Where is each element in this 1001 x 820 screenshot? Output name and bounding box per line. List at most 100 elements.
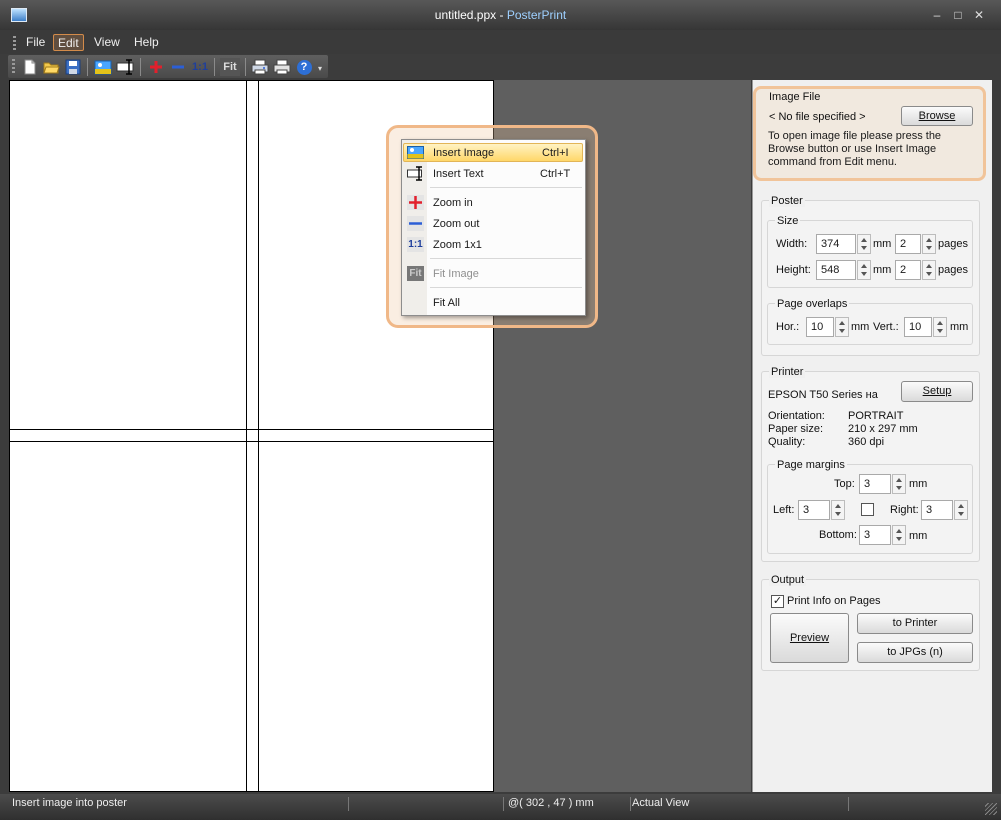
left-margin-label: Left: bbox=[773, 504, 795, 516]
to-printer-label: to Printer bbox=[892, 617, 938, 629]
menu-edit[interactable]: Edit bbox=[53, 34, 84, 51]
height-pages-input[interactable]: 2 bbox=[895, 260, 921, 280]
help-icon[interactable]: ? bbox=[295, 58, 313, 76]
menu-item-zoom-in[interactable] bbox=[404, 193, 584, 213]
hor-overlap-input[interactable]: 10 bbox=[806, 317, 834, 337]
fit-all-label: Fit All bbox=[433, 297, 460, 309]
setup-button[interactable]: Setup bbox=[901, 381, 973, 402]
menu-item-fit-image[interactable] bbox=[404, 264, 584, 284]
status-message: Insert image into poster bbox=[12, 797, 127, 809]
to-printer-button[interactable]: to Printer bbox=[857, 613, 973, 634]
menu-item-fit-all[interactable] bbox=[404, 293, 584, 313]
bottom-margin-input[interactable]: 3 bbox=[859, 525, 891, 545]
left-margin-input[interactable]: 3 bbox=[798, 500, 830, 520]
zoom-1x1-icon[interactable]: 1:1 bbox=[191, 58, 209, 76]
close-button[interactable]: ✕ bbox=[969, 7, 989, 23]
height-pages-label: pages bbox=[938, 264, 968, 276]
new-icon[interactable] bbox=[21, 58, 39, 76]
help-icon-glyph: ? bbox=[296, 59, 312, 75]
hor-label: Hor.: bbox=[776, 321, 800, 333]
status-separator bbox=[630, 797, 631, 811]
insert-image-icon[interactable] bbox=[94, 58, 112, 76]
bottom-margin-spinner[interactable] bbox=[892, 525, 906, 545]
width-spinner[interactable] bbox=[857, 234, 871, 254]
no-file-label: < No file specified > bbox=[769, 111, 866, 123]
right-margin-spinner[interactable] bbox=[954, 500, 968, 520]
quality-label: Quality: bbox=[768, 436, 806, 448]
quality-value: 360 dpi bbox=[848, 436, 885, 448]
zoom-1x1-label: Zoom 1x1 bbox=[433, 239, 482, 251]
height-pages-spinner[interactable] bbox=[922, 260, 936, 280]
zoom-1x1-icon: 1:1 bbox=[407, 237, 424, 252]
left-margin-spinner[interactable] bbox=[831, 500, 845, 520]
paper-size-value: 210 x 297 mm bbox=[848, 423, 918, 435]
width-unit: mm bbox=[873, 238, 892, 250]
width-label: Width: bbox=[776, 238, 808, 250]
height-input[interactable]: 548 bbox=[816, 260, 856, 280]
toolbar-separator bbox=[87, 58, 88, 76]
toolbar-separator bbox=[245, 58, 246, 76]
toolbar-overflow-icon[interactable]: ▾ bbox=[318, 64, 326, 74]
vert-overlap-input[interactable]: 10 bbox=[904, 317, 932, 337]
menu-help[interactable]: Help bbox=[130, 34, 163, 51]
menu-file[interactable]: File bbox=[22, 34, 49, 51]
to-jpgs-label: to JPGs (n) bbox=[887, 646, 943, 658]
height-unit: mm bbox=[873, 264, 892, 276]
paper-size-label: Paper size: bbox=[768, 423, 824, 435]
top-margin-spinner[interactable] bbox=[892, 474, 906, 494]
vert-label: Vert.: bbox=[873, 321, 899, 333]
print-setup-icon[interactable] bbox=[251, 58, 269, 76]
minimize-button[interactable]: – bbox=[927, 7, 947, 23]
page-boundary-line bbox=[246, 80, 247, 792]
insert-text-icon bbox=[407, 166, 424, 181]
top-margin-unit: mm bbox=[909, 478, 928, 490]
zoom-in-icon[interactable] bbox=[147, 58, 165, 76]
size-title: Size bbox=[775, 215, 801, 227]
insert-text-icon[interactable] bbox=[116, 58, 134, 76]
top-margin-input[interactable]: 3 bbox=[859, 474, 891, 494]
orientation-value: PORTRAIT bbox=[848, 410, 904, 422]
toolbar-separator bbox=[214, 58, 215, 76]
zoom-out-icon[interactable] bbox=[169, 58, 187, 76]
to-jpgs-button[interactable]: to JPGs (n) bbox=[857, 642, 973, 663]
print-info-checkbox[interactable]: ✓ bbox=[771, 595, 784, 608]
preview-button[interactable]: Preview bbox=[770, 613, 849, 663]
link-margins-checkbox[interactable] bbox=[861, 503, 874, 516]
poster-title: Poster bbox=[769, 195, 805, 207]
toolbar-grip[interactable] bbox=[12, 59, 15, 74]
width-pages-spinner[interactable] bbox=[922, 234, 936, 254]
preview-label: Preview bbox=[789, 632, 830, 644]
insert-image-shortcut: Ctrl+I bbox=[542, 147, 569, 159]
menu-separator bbox=[430, 287, 582, 288]
height-spinner[interactable] bbox=[857, 260, 871, 280]
hor-overlap-spinner[interactable] bbox=[835, 317, 849, 337]
browse-button[interactable]: Browse bbox=[901, 106, 973, 126]
top-margin-label: Top: bbox=[834, 478, 855, 490]
right-margin-input[interactable]: 3 bbox=[921, 500, 953, 520]
menu-separator bbox=[430, 258, 582, 259]
menu-item-zoom-1x1[interactable] bbox=[404, 235, 584, 255]
fit-icon[interactable]: Fit bbox=[220, 58, 240, 76]
save-icon[interactable] bbox=[64, 58, 82, 76]
menubar-grip[interactable] bbox=[13, 36, 16, 50]
margins-title: Page margins bbox=[775, 459, 847, 471]
width-pages-input[interactable]: 2 bbox=[895, 234, 921, 254]
menu-item-zoom-out[interactable] bbox=[404, 214, 584, 234]
print-icon[interactable] bbox=[273, 58, 291, 76]
print-info-label: Print Info on Pages bbox=[787, 595, 881, 607]
vert-overlap-spinner[interactable] bbox=[933, 317, 947, 337]
resize-grip[interactable] bbox=[985, 803, 997, 815]
width-input[interactable]: 374 bbox=[816, 234, 856, 254]
output-title: Output bbox=[769, 574, 807, 586]
height-label: Height: bbox=[776, 264, 811, 276]
title-separator: - bbox=[496, 8, 507, 22]
open-icon[interactable] bbox=[42, 58, 60, 76]
printer-title: Printer bbox=[769, 366, 806, 378]
menu-view[interactable]: View bbox=[90, 34, 124, 51]
page-boundary-line bbox=[258, 80, 259, 792]
maximize-button[interactable]: □ bbox=[948, 7, 968, 23]
image-file-title: Image File bbox=[769, 91, 821, 103]
overlaps-title: Page overlaps bbox=[775, 298, 850, 310]
printer-name: EPSON T50 Series на bbox=[768, 389, 878, 401]
right-margin-label: Right: bbox=[890, 504, 919, 516]
